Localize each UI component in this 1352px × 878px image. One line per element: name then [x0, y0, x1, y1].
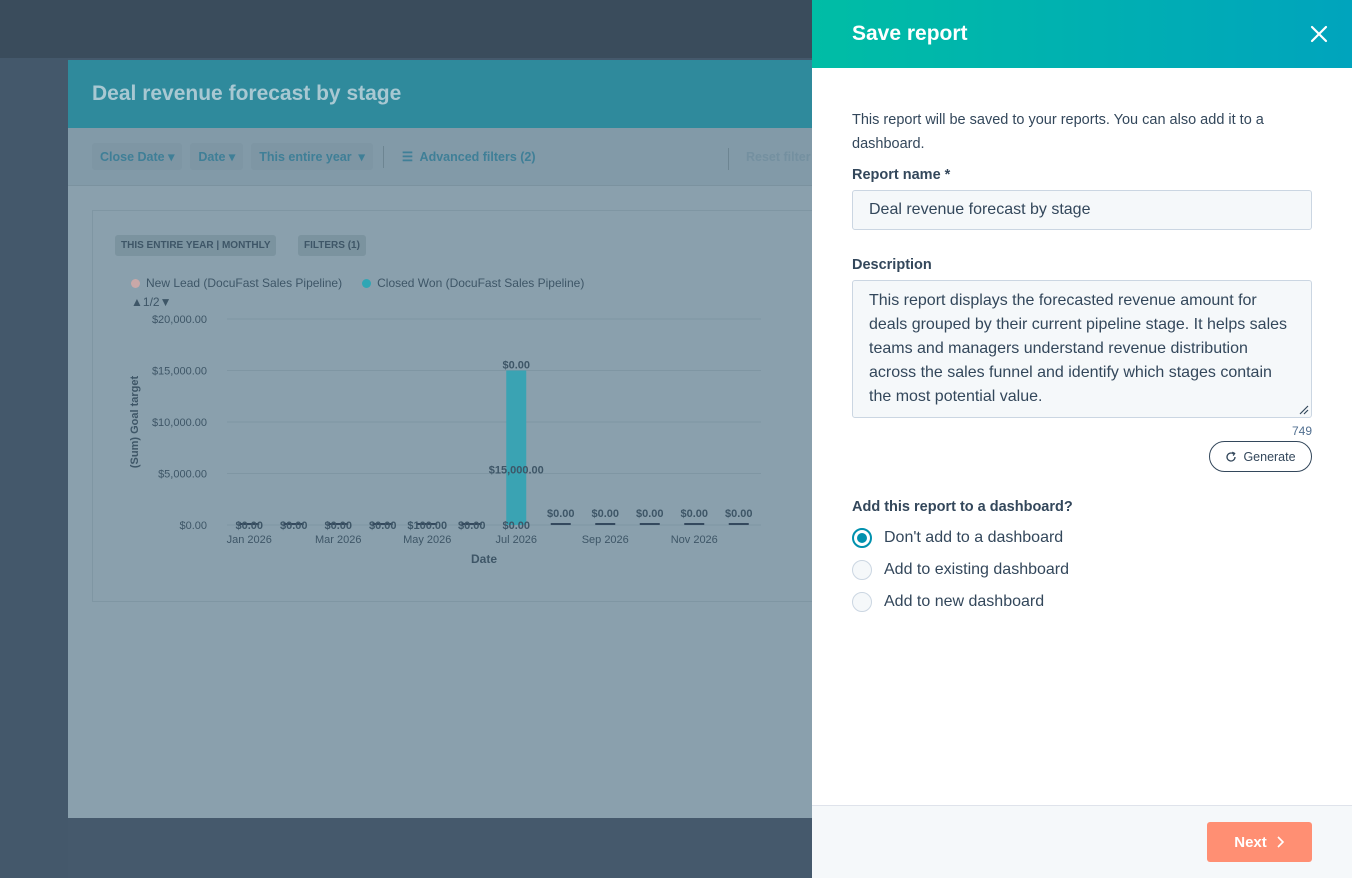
- data-label: $0.00: [636, 508, 664, 520]
- x-tick-label: Mar 2026: [315, 534, 361, 546]
- y-axis-label: (Sum) Goal target: [129, 376, 141, 469]
- panel-header: Save report: [812, 0, 1352, 68]
- data-label: $100.00: [407, 520, 447, 532]
- app-side-area: [0, 58, 68, 878]
- bar-closed-won: [728, 523, 749, 525]
- panel-title: Save report: [852, 22, 968, 45]
- data-label: $0.00: [547, 508, 575, 520]
- bar-closed-won: [639, 523, 660, 525]
- filter-bar: Close Date ▾ Date ▾ This entire year ▾ ☰…: [68, 128, 828, 186]
- x-axis-label: Date: [471, 552, 497, 566]
- description-label: Description: [852, 257, 932, 273]
- chevron-right-icon: [1277, 836, 1284, 848]
- filter-close-date[interactable]: Close Date ▾: [92, 143, 183, 170]
- x-tick-label: Sep 2026: [582, 534, 629, 546]
- y-tick-label: $0.00: [179, 520, 207, 532]
- modal-header: Deal revenue forecast by stage: [68, 60, 828, 128]
- radio-dont-add[interactable]: [852, 528, 872, 548]
- radio-new-dashboard[interactable]: [852, 592, 872, 612]
- generate-button[interactable]: Generate: [1209, 441, 1312, 472]
- data-label: $0.00: [502, 360, 530, 372]
- data-label: $0.00: [680, 508, 708, 520]
- radio-existing-dashboard[interactable]: [852, 560, 872, 580]
- generate-label: Generate: [1243, 449, 1296, 464]
- data-label: $0.00: [591, 508, 619, 520]
- bar-closed-won: [595, 523, 616, 525]
- reset-divider: [728, 148, 729, 170]
- bar-closed-won: [684, 523, 705, 525]
- save-report-panel: Save report This report will be saved to…: [812, 0, 1352, 878]
- y-tick-label: $15,000.00: [152, 366, 207, 378]
- y-tick-label: $10,000.00: [152, 417, 207, 429]
- y-tick-label: $5,000.00: [158, 469, 207, 481]
- data-label: $0.00: [369, 520, 397, 532]
- x-tick-label: Jan 2026: [227, 534, 272, 546]
- filter-date[interactable]: Date ▾: [190, 143, 244, 170]
- y-tick-label: $20,000.00: [152, 314, 207, 326]
- data-label: $0.00: [324, 520, 352, 532]
- filter-divider: [382, 145, 384, 168]
- close-icon: [1310, 25, 1328, 43]
- character-count: 749: [1291, 424, 1312, 438]
- description-textarea[interactable]: This report displays the forecasted reve…: [852, 280, 1312, 418]
- chart-card: THIS ENTIRE YEAR | MONTHLY FILTERS (1) N…: [92, 210, 828, 602]
- report-name-label: Report name *: [852, 167, 951, 183]
- modal-title: Deal revenue forecast by stage: [92, 82, 402, 105]
- option-new-dashboard[interactable]: Add to new dashboard: [852, 592, 1044, 612]
- intro-text: This report will be saved to your report…: [852, 112, 1264, 152]
- data-label: $0.00: [235, 520, 263, 532]
- option-label: Don't add to a dashboard: [884, 529, 1064, 546]
- data-label: $0.00: [725, 508, 753, 520]
- option-label: Add to new dashboard: [884, 593, 1045, 610]
- resize-grip-icon[interactable]: [1298, 404, 1309, 415]
- advanced-filters-button[interactable]: ☰ Advanced filters (2): [394, 143, 544, 170]
- x-tick-label: Jul 2026: [495, 534, 537, 546]
- close-button[interactable]: [1308, 23, 1330, 45]
- filter-sliders-icon: ☰: [401, 150, 414, 164]
- panel-footer: Next: [812, 805, 1352, 878]
- reset-filter-link[interactable]: Reset filter: [746, 150, 811, 164]
- report-modal: Deal revenue forecast by stage Close Dat…: [68, 60, 828, 818]
- data-label: $0.00: [280, 520, 308, 532]
- bar-chart: $20,000.00 $15,000.00 $10,000.00 $5,000.00 $…: [129, 314, 761, 566]
- option-dont-add[interactable]: Don't add to a dashboard: [852, 528, 1063, 548]
- report-name-input[interactable]: [852, 190, 1312, 230]
- data-label: $15,000.00: [489, 465, 544, 477]
- bar-closed-won: [550, 523, 571, 525]
- dashboard-question: Add this report to a dashboard?: [852, 499, 1073, 515]
- x-tick-label: May 2026: [403, 534, 451, 546]
- option-existing-dashboard[interactable]: Add to existing dashboard: [852, 560, 1069, 580]
- x-tick-label: Nov 2026: [671, 534, 718, 546]
- bar-closed-won: [506, 370, 527, 525]
- refresh-icon: [1226, 451, 1237, 462]
- data-label: $0.00: [458, 520, 486, 532]
- option-label: Add to existing dashboard: [884, 561, 1070, 578]
- next-button[interactable]: Next: [1207, 822, 1312, 862]
- data-label: $0.00: [502, 520, 530, 532]
- next-label: Next: [1234, 833, 1267, 851]
- filter-date-range[interactable]: This entire year ▾: [251, 143, 373, 170]
